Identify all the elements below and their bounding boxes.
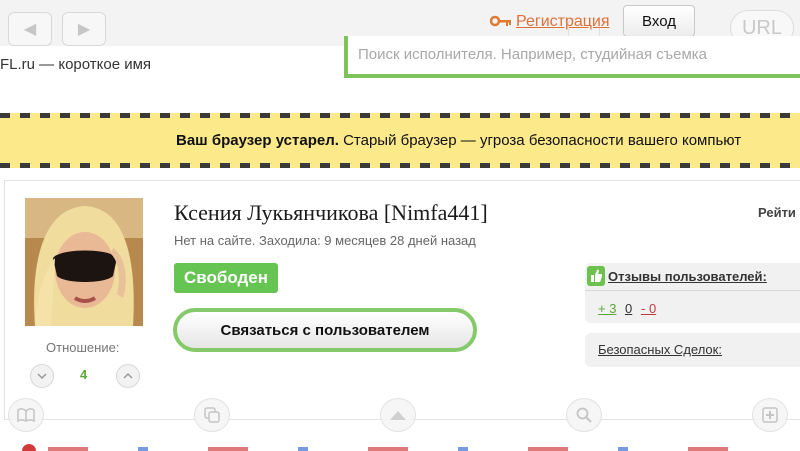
forward-arrow-icon: ▶ (77, 21, 91, 38)
reviews-neutral-link[interactable]: 0 (625, 301, 632, 316)
key-icon (490, 15, 511, 27)
search-icon (576, 407, 592, 423)
triangle-up-icon (390, 411, 406, 420)
reviews-link[interactable]: Отзывы пользователей: (608, 269, 767, 284)
relation-value: 4 (80, 367, 88, 382)
vote-down-button[interactable] (30, 364, 54, 388)
reviews-negative-link[interactable]: - 0 (641, 301, 656, 316)
safe-deals-link[interactable]: Безопасных Сделок: (598, 342, 722, 357)
contact-user-button[interactable]: Связаться с пользователем (173, 308, 477, 352)
outdated-browser-banner: Ваш браузер устарел. Старый браузер — уг… (0, 113, 800, 168)
relation-label: Отношение: (46, 340, 120, 355)
new-tab-button[interactable] (752, 398, 788, 432)
forward-button[interactable]: ▶ (62, 12, 106, 46)
tabs-icon (204, 407, 220, 423)
chevron-up-icon (123, 373, 133, 379)
bookmarks-button[interactable] (8, 398, 44, 432)
register-link[interactable]: Регистрация (516, 13, 610, 31)
avatar (25, 198, 143, 326)
scroll-up-button[interactable] (380, 398, 416, 432)
user-name: Ксения Лукьянчикова [Nimfa441] (174, 200, 488, 225)
search-button[interactable] (566, 398, 602, 432)
reviews-header: Отзывы пользователей: (585, 263, 800, 291)
rating-label: Рейти (758, 205, 796, 220)
tabs-button[interactable] (194, 398, 230, 432)
bottom-toolbar (0, 398, 800, 451)
warning-text: Ваш браузер устарел. Старый браузер — уг… (176, 132, 741, 149)
last-seen-text: Нет на сайте. Заходила: 9 месяцев 28 дне… (174, 233, 476, 248)
back-button[interactable]: ◀ (8, 12, 52, 46)
login-button[interactable]: Вход (623, 5, 695, 37)
search-input[interactable]: Поиск исполнителя. Например, студийная с… (344, 36, 800, 78)
book-icon (17, 408, 35, 422)
safe-deals-panel: Безопасных Сделок: (585, 333, 800, 367)
warning-stripe-top (0, 113, 800, 118)
warning-bold-text: Ваш браузер устарел. (176, 132, 339, 149)
warning-body-text: Старый браузер — угроза безопасности ваш… (343, 132, 742, 149)
warning-stripe-bottom (0, 163, 800, 168)
plus-box-icon (762, 407, 778, 423)
status-badge: Свободен (174, 263, 278, 293)
site-name: FL.ru — короткое имя (0, 56, 152, 73)
chevron-down-icon (37, 373, 47, 379)
vote-up-button[interactable] (116, 364, 140, 388)
reviews-positive-link[interactable]: + 3 (598, 301, 616, 316)
back-arrow-icon: ◀ (23, 21, 37, 38)
reviews-panel: Отзывы пользователей: + 3 0 - 0 (585, 263, 800, 323)
avatar-photo (25, 198, 143, 326)
search-placeholder: Поиск исполнителя. Например, студийная с… (358, 46, 707, 63)
thumbs-up-icon (587, 266, 605, 286)
